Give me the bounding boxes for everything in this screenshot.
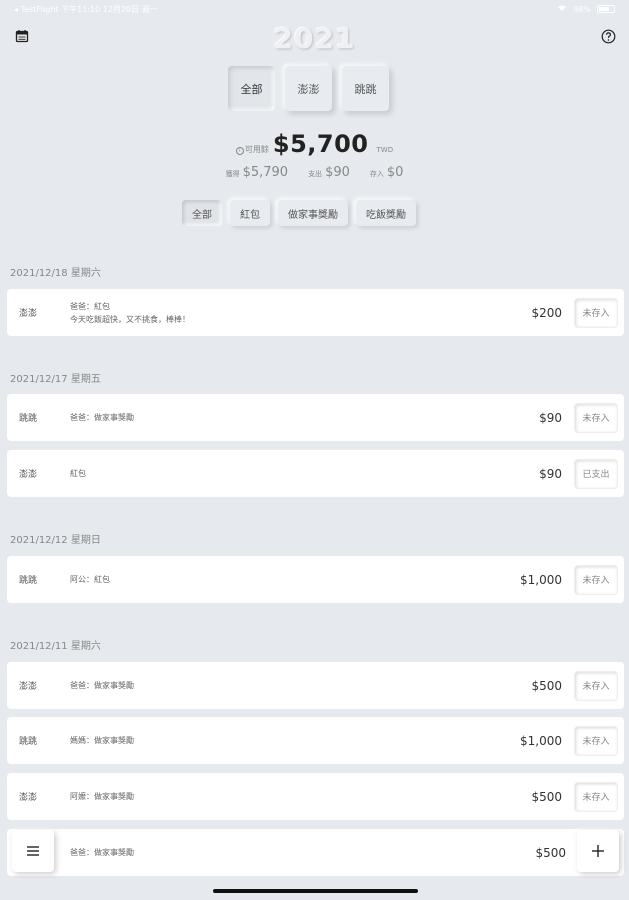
- tab-category-all[interactable]: 全部: [182, 200, 222, 226]
- transaction-row[interactable]: 澎澎 爸爸：做家事獎勵 $500 未存入: [7, 662, 624, 709]
- status-bar-right: 98%: [557, 4, 615, 14]
- info-icon[interactable]: i: [235, 147, 244, 155]
- entry-status-button[interactable]: 未存入: [574, 670, 618, 701]
- tab-pengpeng[interactable]: 澎澎: [285, 66, 332, 111]
- person-filter-tabs: 全部 澎澎 跳跳: [228, 66, 389, 111]
- entry-title: 爸爸：做家事獎勵: [70, 681, 134, 690]
- category-filter-tabs: 全部 紅包 做家事獎勵 吃飯獎勵: [182, 200, 416, 226]
- balance-row: i 可用餘 $5,700 TWD: [0, 130, 629, 158]
- transaction-row[interactable]: 澎澎 阿嬤：做家事獎勵 $500 未存入: [7, 773, 624, 820]
- entry-amount: $1,000: [520, 572, 562, 587]
- entry-status-button[interactable]: 未存入: [574, 781, 618, 812]
- income-label: 獲得: [225, 170, 240, 178]
- wifi-icon: [557, 4, 567, 14]
- saved-value: $0: [386, 165, 404, 180]
- entry-amount: $500: [531, 678, 562, 693]
- entry-status-button[interactable]: 未存入: [574, 402, 618, 433]
- tab-tiaotiao[interactable]: 跳跳: [342, 66, 389, 111]
- balance-unit: TWD: [376, 146, 394, 154]
- entry-person: 跳跳: [19, 737, 38, 747]
- entry-title: 媽媽：做家事獎勵: [70, 736, 134, 745]
- entry-title: 爸爸：做家事獎勵: [70, 848, 134, 857]
- help-circle-icon: [601, 29, 615, 43]
- transaction-row[interactable]: 澎澎 爸爸：紅包 今天吃飯超快，又不挑食，棒棒！ $200 未存入: [7, 289, 624, 336]
- entry-person: 澎澎: [19, 470, 38, 480]
- menu-icon: [27, 846, 39, 856]
- transaction-row[interactable]: 爸爸：做家事獎勵 $500: [7, 829, 624, 876]
- date-header: 2021/12/11 星期六: [10, 641, 101, 652]
- status-bar-left: ◂ TestFlight 下午11:10 12月20日 週一: [14, 4, 158, 14]
- entry-title: 阿嬤：做家事獎勵: [70, 792, 134, 801]
- tab-all-people[interactable]: 全部: [228, 66, 275, 111]
- entry-amount: $90: [539, 410, 562, 425]
- entry-title: 阿公：紅包: [70, 575, 110, 584]
- transaction-row[interactable]: 跳跳 爸爸：做家事獎勵 $90 未存入: [7, 394, 624, 441]
- transaction-row[interactable]: 澎澎 紅包 $90 已支出: [7, 450, 624, 497]
- summary-saved: 存入 $0: [370, 165, 404, 180]
- battery-percent: 98%: [573, 4, 591, 14]
- entry-status-button[interactable]: 已支出: [574, 458, 618, 489]
- home-indicator[interactable]: [213, 889, 418, 893]
- balance-label-text: 可用餘: [244, 145, 269, 154]
- tab-category-meal-reward[interactable]: 吃飯獎勵: [356, 200, 416, 226]
- battery-icon: [597, 5, 615, 13]
- summary-row: 獲得 $5,790 支出 $90 存入 $0: [0, 165, 629, 180]
- entry-status-button[interactable]: 未存入: [574, 564, 618, 595]
- entry-status-button[interactable]: 未存入: [574, 297, 618, 328]
- date-header: 2021/12/17 星期五: [10, 374, 101, 385]
- entry-note: 今天吃飯超快，又不挑食，棒棒！: [70, 314, 190, 324]
- date-header: 2021/12/12 星期日: [10, 535, 101, 546]
- entry-person: 跳跳: [19, 576, 38, 586]
- spent-label: 支出: [308, 170, 323, 178]
- entry-amount: $1,000: [520, 733, 562, 748]
- year-title[interactable]: 2021: [0, 22, 629, 55]
- spent-value: $90: [325, 165, 350, 180]
- entry-amount: $500: [531, 789, 562, 804]
- tab-category-chore-reward[interactable]: 做家事獎勵: [278, 200, 348, 226]
- entry-person: 澎澎: [19, 793, 38, 803]
- entry-title: 爸爸：紅包: [70, 301, 110, 311]
- status-bar: ◂ TestFlight 下午11:10 12月20日 週一 98%: [0, 0, 629, 18]
- saved-label: 存入: [369, 170, 384, 178]
- summary-spent: 支出 $90: [308, 165, 350, 180]
- menu-button[interactable]: [12, 830, 54, 872]
- entry-status-button[interactable]: 未存入: [574, 725, 618, 756]
- help-button[interactable]: [599, 27, 617, 45]
- tab-category-red-envelope[interactable]: 紅包: [230, 200, 270, 226]
- income-value: $5,790: [242, 165, 289, 180]
- entry-person: 澎澎: [19, 682, 38, 692]
- add-entry-button[interactable]: [577, 830, 619, 872]
- summary-income: 獲得 $5,790: [226, 165, 289, 180]
- balance-amount: $5,700: [272, 130, 369, 158]
- entry-title: 爸爸：做家事獎勵: [70, 413, 134, 422]
- entry-amount: $90: [539, 466, 562, 481]
- entry-person: 澎澎: [19, 309, 38, 319]
- transaction-row[interactable]: 跳跳 媽媽：做家事獎勵 $1,000 未存入: [7, 717, 624, 764]
- balance-label: i 可用餘: [235, 144, 269, 155]
- date-header: 2021/12/18 星期六: [10, 268, 101, 279]
- entry-description: 爸爸：紅包 今天吃飯超快，又不挑食，棒棒！: [57, 300, 531, 326]
- plus-icon: [592, 845, 604, 857]
- transaction-row[interactable]: 跳跳 阿公：紅包 $1,000 未存入: [7, 556, 624, 603]
- entry-person: 跳跳: [19, 414, 38, 424]
- entry-amount: $200: [531, 305, 562, 320]
- entry-amount: $500: [535, 845, 566, 860]
- entry-title: 紅包: [70, 469, 86, 478]
